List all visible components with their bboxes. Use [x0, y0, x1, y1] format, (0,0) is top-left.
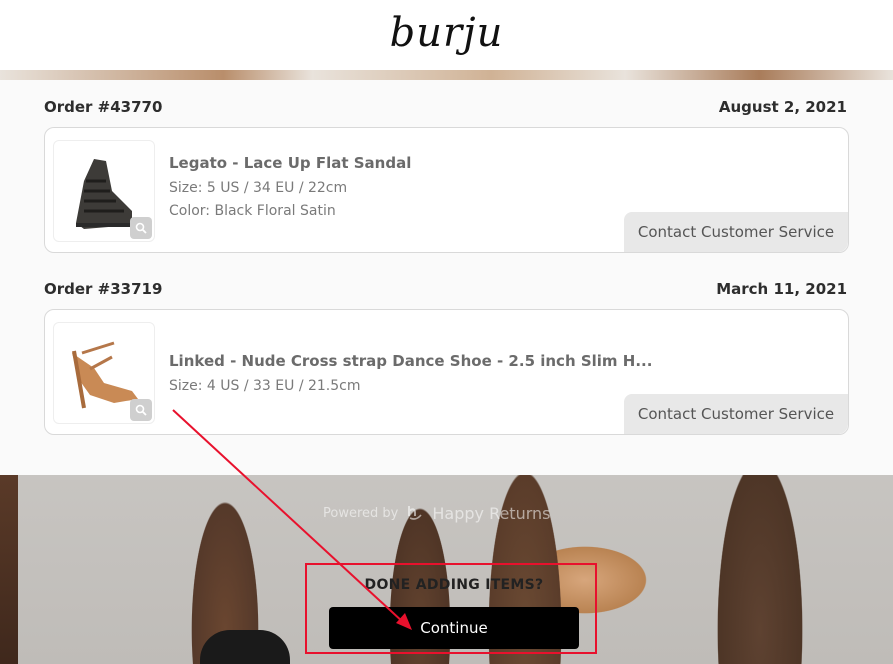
background-leg-edge	[0, 475, 18, 664]
contact-customer-service-button[interactable]: Contact Customer Service	[624, 394, 848, 434]
item-details: Legato - Lace Up Flat Sandal Size: 5 US …	[169, 154, 411, 226]
item-color: Color: Black Floral Satin	[169, 203, 336, 219]
product-thumbnail[interactable]	[53, 322, 155, 424]
background-shoe	[200, 630, 290, 664]
happy-returns-logo-icon	[406, 502, 424, 524]
done-adding-prompt: DONE ADDING ITEMS?	[364, 577, 544, 593]
order-number: Order #43770	[44, 98, 163, 116]
item-size: Size: 4 US / 33 EU / 21.5cm	[169, 378, 361, 394]
item-title: Linked - Nude Cross strap Dance Shoe - 2…	[169, 352, 653, 370]
order-header: Order #33719 March 11, 2021	[44, 280, 847, 298]
item-details: Linked - Nude Cross strap Dance Shoe - 2…	[169, 352, 652, 401]
order-date: August 2, 2021	[718, 98, 847, 116]
brand-logo[interactable]: burju	[390, 10, 504, 56]
product-thumbnail[interactable]	[53, 140, 155, 242]
order-header: Order #43770 August 2, 2021	[44, 98, 847, 116]
order-item-card[interactable]: Linked - Nude Cross strap Dance Shoe - 2…	[44, 309, 849, 435]
item-size: Size: 5 US / 34 EU / 22cm	[169, 180, 348, 196]
order-date: March 11, 2021	[716, 280, 847, 298]
powered-by-brand[interactable]: Happy Returns	[432, 504, 550, 523]
magnifier-icon[interactable]	[130, 399, 152, 421]
order-item-card[interactable]: Legato - Lace Up Flat Sandal Size: 5 US …	[44, 127, 849, 253]
contact-customer-service-button[interactable]: Contact Customer Service	[624, 212, 848, 252]
powered-by: Powered by Happy Returns	[323, 502, 551, 524]
site-header: burju	[0, 0, 893, 70]
header-photo-strip	[0, 70, 893, 80]
item-title: Legato - Lace Up Flat Sandal	[169, 154, 412, 172]
powered-by-label: Powered by	[323, 505, 399, 521]
order-number: Order #33719	[44, 280, 163, 298]
magnifier-icon[interactable]	[130, 217, 152, 239]
continue-button[interactable]: Continue	[329, 607, 579, 649]
